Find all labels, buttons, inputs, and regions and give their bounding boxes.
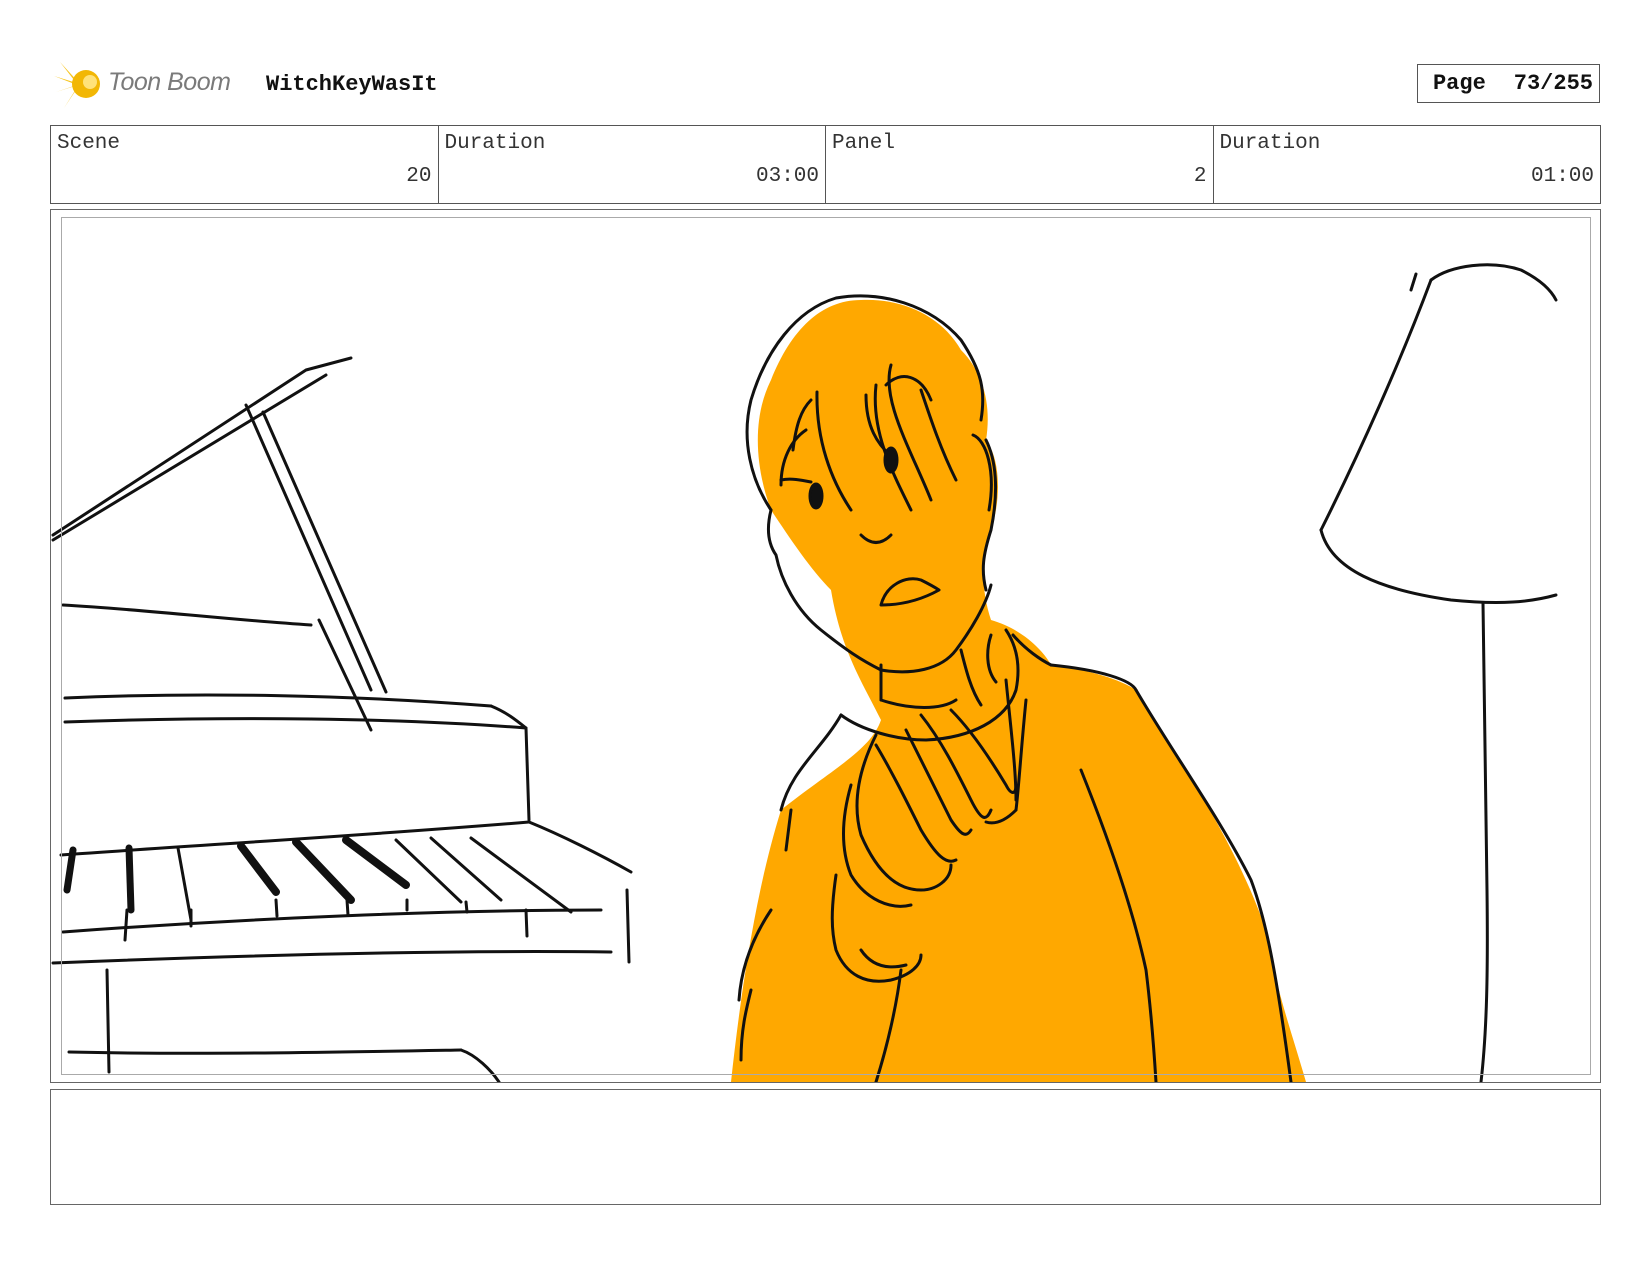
panel-duration-value: 01:00 [1530, 165, 1594, 188]
scene-duration-value: 03:00 [755, 165, 819, 188]
panel-duration-cell: Duration 01:00 [1214, 126, 1601, 203]
panel-notes-box[interactable] [50, 1089, 1601, 1205]
page-indicator: Page 73/255 [1417, 64, 1600, 103]
scene-duration-label: Duration [444, 132, 546, 155]
project-title: WitchKeyWasIt [266, 72, 438, 97]
panel-value: 2 [1193, 165, 1207, 188]
scene-duration-cell: Duration 03:00 [439, 126, 826, 203]
scene-label: Scene [57, 132, 121, 155]
page-label: Page [1432, 71, 1486, 96]
starburst-logo-icon [54, 60, 100, 108]
scene-value: 20 [406, 165, 432, 188]
scene-cell: Scene 20 [51, 126, 439, 203]
panel-info-table: Scene 20 Duration 03:00 Panel 2 Duration… [50, 125, 1601, 204]
panel-safe-area [61, 217, 1591, 1075]
logo-text: Toon Boom [108, 68, 231, 96]
toon-boom-logo: Toon Boom [52, 56, 252, 112]
panel-duration-label: Duration [1219, 132, 1321, 155]
panel-label: Panel [832, 132, 896, 155]
page-number: 73/255 [1513, 71, 1593, 96]
panel-cell: Panel 2 [826, 126, 1214, 203]
